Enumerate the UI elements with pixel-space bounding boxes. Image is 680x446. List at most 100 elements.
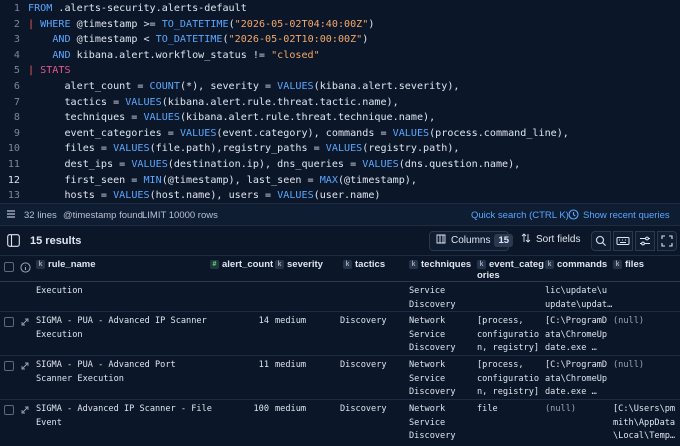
toggle-sidebar-icon[interactable]: [7, 234, 20, 250]
keyword-type-icon: k: [477, 259, 486, 269]
keyboard-shortcuts-button[interactable]: [613, 231, 633, 251]
row-select-checkbox[interactable]: [4, 317, 14, 327]
line-number: 11: [7, 159, 20, 170]
code-text: AND @timestamp < TO_DATETIME("2026-05-02…: [52, 34, 369, 46]
cell-rule-name: SIGMA - Advanced IP Scanner - File Event: [36, 404, 212, 428]
columns-button[interactable]: Columns 15: [429, 231, 514, 251]
cell-tactics: Discovery: [340, 404, 387, 414]
cell-alert-count: 14: [258, 316, 269, 326]
column-label: tactics: [355, 259, 386, 270]
column-label: commands: [557, 259, 608, 270]
cell-techniques: Network Service Discovery: [409, 316, 456, 354]
table-row[interactable]: SIGMA - Advanced IP Scanner - File Event…: [0, 400, 680, 446]
cell-techniques: Service Discovery: [409, 286, 456, 310]
keyword-type-icon: k: [275, 259, 284, 269]
cell-severity: medium: [275, 360, 307, 370]
cell-alert-count: 100: [253, 404, 269, 414]
code-line[interactable]: 9 event_categories = VALUES(event.catego…: [0, 126, 680, 142]
wrap-lines-icon[interactable]: [6, 209, 16, 222]
cell-event-categories: file: [477, 404, 498, 414]
cell-files: [C:\Users\pm mith\AppData \Local\Temp…: [613, 404, 676, 442]
sort-icon: [521, 233, 531, 243]
code-line[interactable]: 6 alert_count = COUNT(*), severity = VAL…: [0, 79, 680, 95]
settings-sliders-icon: [640, 236, 650, 246]
row-select-checkbox[interactable]: [4, 405, 14, 415]
cell-commands: (null): [545, 404, 577, 414]
code-text: alert_count = COUNT(*), severity = VALUE…: [40, 81, 460, 92]
code-text: AND kibana.alert.workflow_status != "clo…: [52, 49, 320, 61]
code-line[interactable]: 5 | STATS: [0, 63, 680, 79]
column-info-icon[interactable]: [20, 262, 31, 276]
display-settings-button[interactable]: [635, 231, 655, 251]
editor-footer: 32 lines @timestamp found LIMIT 10000 ro…: [0, 203, 680, 226]
code-line[interactable]: 10 files = VALUES(file.path),registry_pa…: [0, 141, 680, 157]
cell-rule-name: SIGMA - PUA - Advanced IP Scanner Execut…: [36, 316, 207, 340]
columns-icon: [436, 234, 446, 244]
keyword-type-icon: k: [545, 259, 554, 269]
results-count: 15 results: [30, 235, 82, 247]
cell-files: (null): [613, 360, 645, 370]
cell-commands: lic\update\u update\updat…: [545, 286, 613, 310]
expand-row-icon[interactable]: [20, 317, 30, 327]
pipe-operator: |: [28, 65, 41, 77]
keyword-type-icon: k: [343, 259, 352, 269]
table-row[interactable]: SIGMA - PUA - Advanced Port Scanner Exec…: [0, 356, 680, 400]
code-line[interactable]: 7 tactics = VALUES(kibana.alert.rule.thr…: [0, 95, 680, 111]
line-number: 13: [7, 190, 20, 202]
line-number: 8: [13, 112, 20, 124]
cell-event-categories: [process, configuratio n, registry]: [477, 316, 540, 354]
code-line[interactable]: 4 AND kibana.alert.workflow_status != "c…: [0, 48, 680, 64]
expand-row-icon[interactable]: [20, 361, 30, 371]
history-icon: [568, 209, 579, 223]
columns-label: Columns: [451, 235, 491, 246]
line-number: 5: [13, 65, 20, 77]
code-line[interactable]: 12 first_seen = MIN(@timestamp), last_se…: [0, 173, 680, 189]
expand-row-icon[interactable]: [20, 405, 30, 415]
line-number: 7: [13, 96, 20, 108]
table-row[interactable]: Execution Service Discovery lic\update\u…: [0, 282, 680, 312]
code-text: | WHERE @timestamp >= TO_DATETIME("2026-…: [28, 18, 375, 30]
quick-search-link[interactable]: Quick search (CTRL K): [471, 210, 569, 221]
column-label: alert_count: [222, 259, 274, 270]
timestamp-status: @timestamp found: [63, 210, 143, 221]
table-row[interactable]: SIGMA - PUA - Advanced IP Scanner Execut…: [0, 312, 680, 356]
keyword-type-icon: k: [409, 259, 418, 269]
data-grid-header: k rule_name # alert_count k severity k tacti…: [0, 256, 680, 282]
code-line[interactable]: 13 hosts = VALUES(host.name), users = VA…: [0, 188, 680, 203]
cell-techniques: Network Service Discovery: [409, 404, 456, 442]
esql-query-editor[interactable]: 1 FROM .alerts-security.alerts-default 2 | …: [0, 0, 680, 203]
line-number: 1: [13, 3, 20, 14]
keyword-type-icon: k: [36, 259, 45, 269]
code-text: event_categories = VALUES(event.category…: [40, 127, 569, 139]
code-text: FROM .alerts-security.alerts-default: [28, 3, 247, 14]
cell-severity: medium: [275, 404, 307, 414]
cell-rule-name: SIGMA - PUA - Advanced Port Scanner Exec…: [36, 360, 176, 384]
code-line[interactable]: 3 AND @timestamp < TO_DATETIME("2026-05-…: [0, 32, 680, 48]
row-select-checkbox[interactable]: [4, 361, 14, 371]
cell-event-categories: [process, configuratio n, registry]: [477, 360, 540, 398]
code-text: techniques = VALUES(kibana.alert.rule.th…: [40, 112, 436, 124]
code-line[interactable]: 2 | WHERE @timestamp >= TO_DATETIME("2026…: [0, 17, 680, 33]
code-line[interactable]: 11 dest_ips = VALUES(destination.ip), dn…: [0, 157, 680, 173]
cell-tactics: Discovery: [340, 360, 387, 370]
code-text: files = VALUES(file.path),registry_paths…: [40, 143, 460, 155]
select-all-checkbox[interactable]: [4, 262, 14, 272]
line-number: 9: [13, 127, 20, 139]
data-grid-body: Execution Service Discovery lic\update\u…: [0, 282, 680, 446]
search-button[interactable]: [591, 231, 611, 251]
show-recent-queries-link[interactable]: Show recent queries: [583, 210, 670, 221]
cell-severity: medium: [275, 316, 307, 326]
fullscreen-button[interactable]: [657, 231, 677, 251]
column-label: severity: [287, 259, 323, 270]
sort-fields-label: Sort fields: [536, 234, 581, 245]
line-count: 32 lines: [24, 210, 57, 221]
column-label: rule_name: [48, 259, 96, 270]
number-type-icon: #: [210, 259, 219, 269]
line-number: 12: [7, 174, 20, 186]
code-line[interactable]: 1 FROM .alerts-security.alerts-default: [0, 1, 680, 17]
sort-fields-button[interactable]: Sort fields: [515, 231, 585, 251]
results-toolbar: 15 results Columns 15 Sort fields: [0, 226, 680, 256]
line-number: 6: [13, 81, 20, 92]
code-line[interactable]: 8 techniques = VALUES(kibana.alert.rule.…: [0, 110, 680, 126]
line-number: 10: [7, 143, 20, 155]
